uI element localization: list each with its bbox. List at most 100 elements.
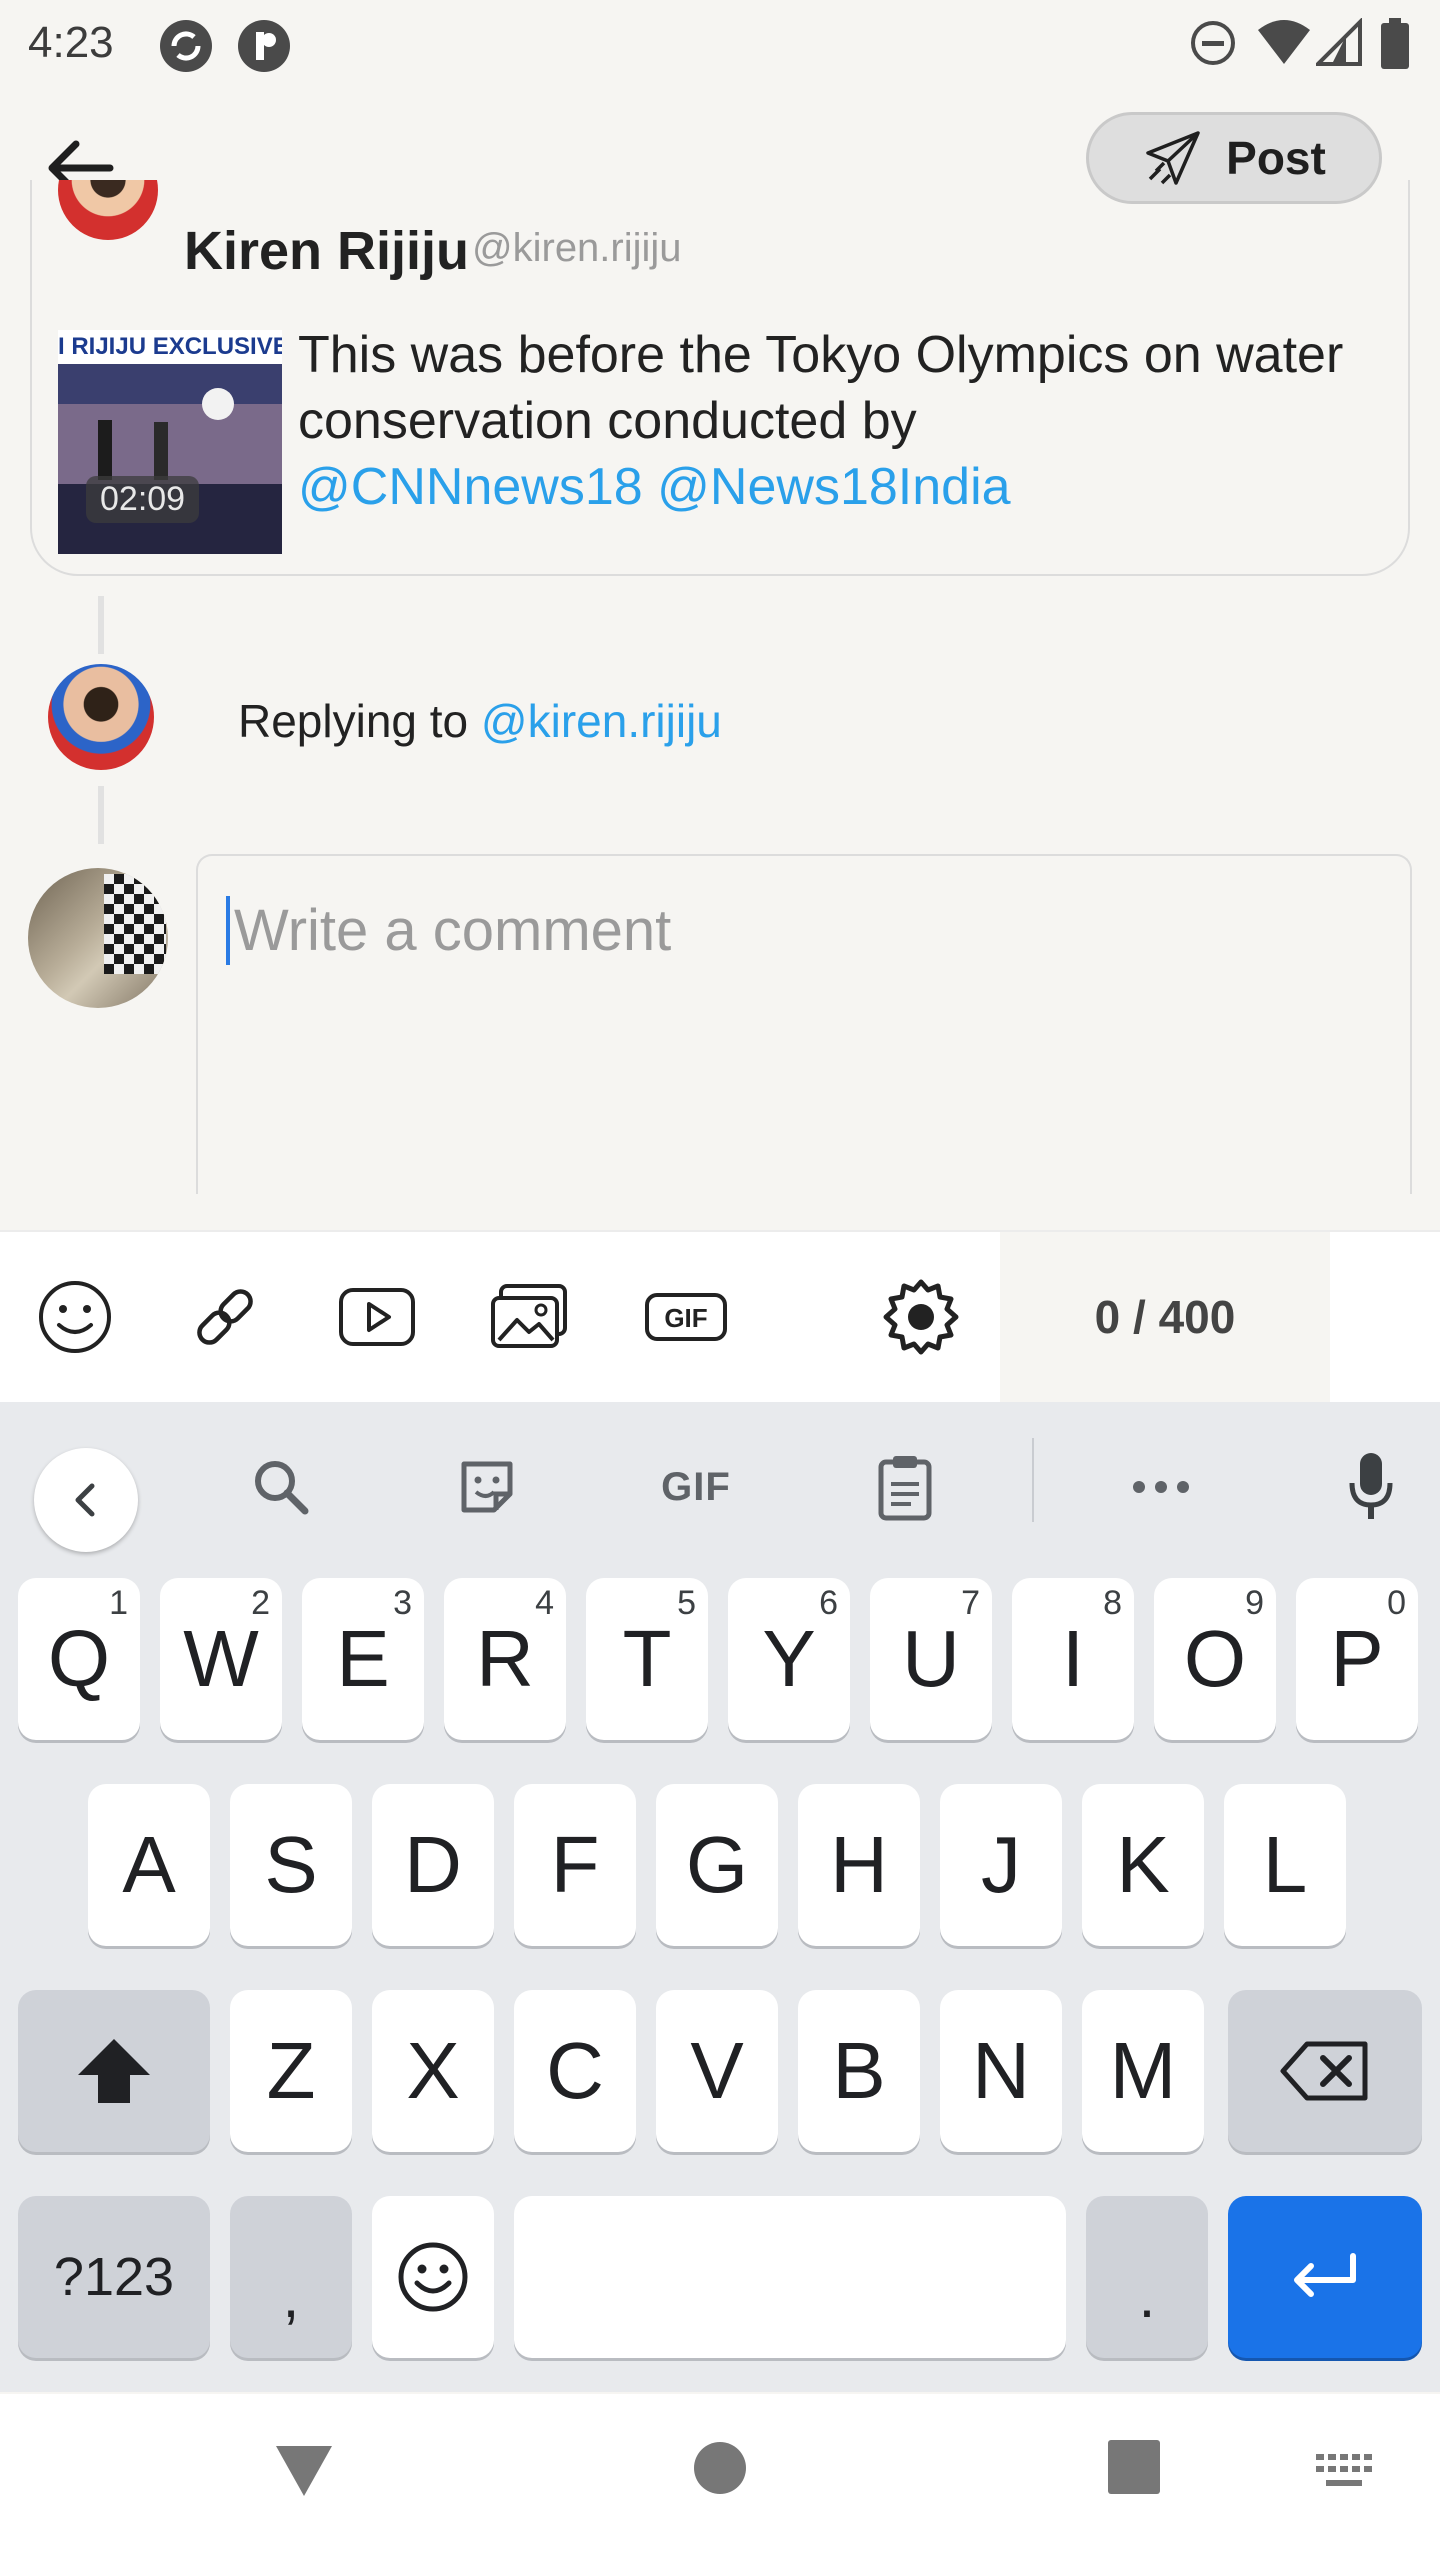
app-notification-icon bbox=[238, 20, 290, 72]
key-l[interactable]: L bbox=[1224, 1784, 1346, 1946]
link-icon bbox=[197, 1289, 253, 1345]
key-m[interactable]: M bbox=[1082, 1990, 1204, 2152]
emoji-button[interactable] bbox=[30, 1272, 120, 1362]
key-i[interactable]: I8 bbox=[1012, 1578, 1134, 1740]
keyboard-voice-button[interactable] bbox=[1326, 1442, 1416, 1532]
quoted-post-text: This was before the Tokyo Olympics on wa… bbox=[298, 322, 1378, 520]
key-w[interactable]: W2 bbox=[160, 1578, 282, 1740]
key-label: ?123 bbox=[53, 2247, 175, 2307]
key-b[interactable]: B bbox=[798, 1990, 920, 2152]
video-duration: 02:09 bbox=[86, 476, 200, 523]
key-label: R bbox=[476, 1614, 534, 1703]
key-y[interactable]: Y6 bbox=[728, 1578, 850, 1740]
key-label: Y bbox=[762, 1614, 816, 1703]
key-label: T bbox=[622, 1614, 672, 1703]
nav-back-icon[interactable] bbox=[272, 2440, 336, 2500]
key-label: N bbox=[972, 2026, 1030, 2115]
key-hint: 2 bbox=[251, 1584, 270, 1622]
microphone-icon bbox=[1349, 1453, 1393, 1519]
key-t[interactable]: T5 bbox=[586, 1578, 708, 1740]
image-icon bbox=[491, 1284, 567, 1348]
key-g[interactable]: G bbox=[656, 1784, 778, 1946]
key-hint: 8 bbox=[1103, 1584, 1122, 1622]
shift-key[interactable] bbox=[18, 1990, 210, 2152]
key-h[interactable]: H bbox=[798, 1784, 920, 1946]
key-label: W bbox=[183, 1614, 259, 1703]
video-thumbnail[interactable]: I RIJIJU EXCLUSIVE 02:09 bbox=[58, 330, 282, 554]
key-f[interactable]: F bbox=[514, 1784, 636, 1946]
sync-app-icon bbox=[160, 20, 212, 72]
settings-icon bbox=[883, 1279, 959, 1355]
keyboard-back-button[interactable] bbox=[34, 1448, 138, 1552]
key-v[interactable]: V bbox=[656, 1990, 778, 2152]
signal-icon bbox=[1316, 18, 1362, 66]
link-button[interactable] bbox=[180, 1272, 270, 1362]
comma-key[interactable]: , bbox=[230, 2196, 352, 2358]
character-counter-box: 0 / 400 bbox=[1000, 1232, 1330, 1402]
post-label: Post bbox=[1226, 132, 1326, 184]
nav-recents-icon[interactable] bbox=[1108, 2440, 1160, 2494]
keyboard-more-button[interactable] bbox=[1116, 1442, 1206, 1532]
period-key[interactable]: . bbox=[1086, 2196, 1208, 2358]
youtube-button[interactable] bbox=[332, 1272, 422, 1362]
key-x[interactable]: X bbox=[372, 1990, 494, 2152]
quoted-author-avatar bbox=[58, 180, 158, 240]
key-a[interactable]: A bbox=[88, 1784, 210, 1946]
thread-line bbox=[98, 786, 104, 844]
key-r[interactable]: R4 bbox=[444, 1578, 566, 1740]
mention-link-1[interactable]: @CNNnews18 bbox=[298, 458, 643, 516]
emoji-key[interactable] bbox=[372, 2196, 494, 2358]
keyboard-clipboard-button[interactable] bbox=[860, 1442, 950, 1532]
image-button[interactable] bbox=[484, 1272, 574, 1362]
key-e[interactable]: E3 bbox=[302, 1578, 424, 1740]
comment-box[interactable] bbox=[196, 854, 1412, 1194]
keyboard-gif-label: GIF bbox=[661, 1464, 731, 1509]
key-z[interactable]: Z bbox=[230, 1990, 352, 2152]
keyboard-switch-icon[interactable] bbox=[1316, 2454, 1372, 2488]
replying-to-handle[interactable]: @kiren.rijiju bbox=[481, 695, 722, 747]
key-k[interactable]: K bbox=[1082, 1784, 1204, 1946]
key-c[interactable]: C bbox=[514, 1990, 636, 2152]
keyboard-gif-button[interactable]: GIF bbox=[646, 1442, 746, 1532]
key-label: E bbox=[336, 1614, 390, 1703]
key-label: C bbox=[546, 2026, 604, 2115]
symbols-key[interactable]: ?123 bbox=[18, 2196, 210, 2358]
key-j[interactable]: J bbox=[940, 1784, 1062, 1946]
compose-toolbar: GIF 0 / 400 bbox=[0, 1230, 1440, 1402]
space-key[interactable] bbox=[514, 2196, 1066, 2358]
enter-key[interactable] bbox=[1228, 2196, 1422, 2358]
key-label: U bbox=[902, 1614, 960, 1703]
key-label: L bbox=[1262, 1820, 1308, 1909]
gif-icon-label: GIF bbox=[664, 1303, 707, 1333]
key-label: X bbox=[406, 2026, 460, 2115]
enter-icon bbox=[1294, 2253, 1356, 2297]
key-label: K bbox=[1116, 1820, 1170, 1909]
comment-input[interactable] bbox=[226, 896, 1336, 965]
status-bar: 4:23 bbox=[0, 0, 1440, 90]
key-label: F bbox=[550, 1820, 600, 1909]
keyboard-toolbar: GIF bbox=[0, 1402, 1440, 1558]
settings-button[interactable] bbox=[876, 1272, 966, 1362]
nav-home-icon[interactable] bbox=[692, 2440, 748, 2496]
key-d[interactable]: D bbox=[372, 1784, 494, 1946]
keyboard-search-button[interactable] bbox=[236, 1442, 326, 1532]
key-p[interactable]: P0 bbox=[1296, 1578, 1418, 1740]
key-hint: 1 bbox=[109, 1584, 128, 1622]
key-s[interactable]: S bbox=[230, 1784, 352, 1946]
key-q[interactable]: Q1 bbox=[18, 1578, 140, 1740]
do-not-disturb-icon bbox=[1191, 21, 1235, 65]
backspace-key[interactable] bbox=[1228, 1990, 1422, 2152]
keyboard-sticker-button[interactable] bbox=[442, 1442, 532, 1532]
system-navigation-bar bbox=[0, 2394, 1440, 2560]
quoted-post-card[interactable]: Kiren Rijiju @kiren.rijiju I RIJIJU EXCL… bbox=[30, 180, 1410, 576]
mention-link-2[interactable]: @News18India bbox=[657, 458, 1010, 516]
thumbnail-image bbox=[58, 364, 282, 554]
key-u[interactable]: U7 bbox=[870, 1578, 992, 1740]
key-hint: 3 bbox=[393, 1584, 412, 1622]
key-o[interactable]: O9 bbox=[1154, 1578, 1276, 1740]
keyboard-toolbar-divider bbox=[1032, 1438, 1034, 1522]
wifi-icon bbox=[1258, 20, 1310, 64]
gif-button[interactable]: GIF bbox=[636, 1272, 736, 1362]
youtube-icon bbox=[339, 1288, 415, 1346]
key-n[interactable]: N bbox=[940, 1990, 1062, 2152]
